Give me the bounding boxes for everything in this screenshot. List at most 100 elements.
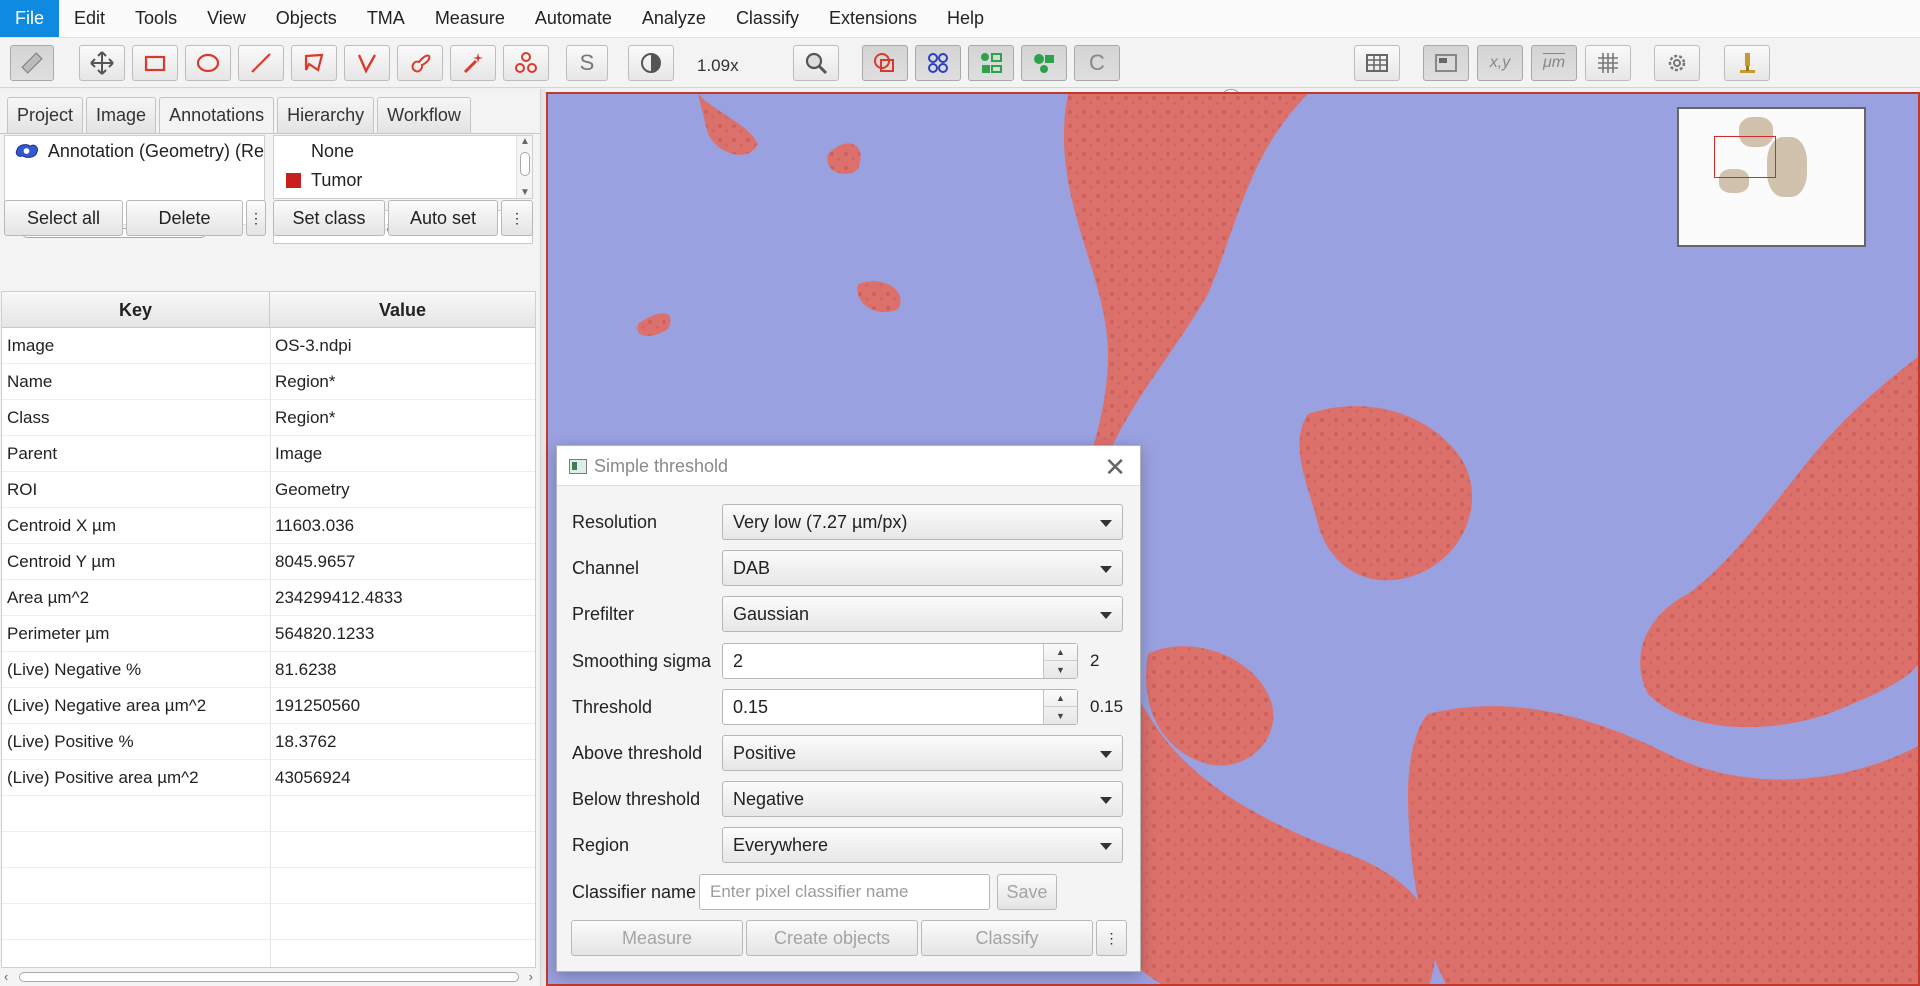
table-row[interactable] [2,832,535,868]
table-row[interactable]: (Live) Negative area µm^2 191250560 [2,688,535,724]
menu-automate[interactable]: Automate [520,0,627,37]
table-row[interactable]: Centroid X µm 11603.036 [2,508,535,544]
polygon-tool-button[interactable] [291,45,337,81]
menu-objects[interactable]: Objects [261,0,352,37]
table-row[interactable]: Class Region* [2,400,535,436]
channel-select[interactable]: DAB [722,550,1123,586]
value-column-header[interactable]: Value [270,292,535,328]
ellipse-tool-button[interactable] [185,45,231,81]
resolution-select[interactable]: Very low (7.27 µm/px) [722,504,1123,540]
measure-button[interactable]: Measure [571,920,743,956]
log-button[interactable] [1724,45,1770,81]
table-row[interactable]: Parent Image [2,436,535,472]
tab-project[interactable]: Project [7,97,84,133]
menu-help[interactable]: Help [932,0,999,37]
classifier-name-field[interactable] [699,874,990,910]
grid-button[interactable] [1585,45,1631,81]
location-button[interactable]: x,y [1477,45,1523,81]
move-tool-button[interactable] [79,45,125,81]
rectangle-tool-button[interactable] [132,45,178,81]
points-tool-button[interactable] [503,45,549,81]
show-detections-button[interactable] [968,45,1014,81]
preferences-button[interactable] [1654,45,1700,81]
scroll-up-icon[interactable]: ▲ [520,136,530,147]
annotation-more-button[interactable]: ⋮ [246,200,266,236]
threshold-spinner[interactable]: 0.15 ▲ ▼ [722,689,1078,725]
class-item-none[interactable]: None [274,136,518,166]
classifier-name-input[interactable] [710,882,989,902]
show-pixel-classification-button[interactable]: C [1074,45,1120,81]
class-more-button[interactable]: ⋮ [501,200,533,236]
save-button[interactable]: Save [997,874,1057,910]
menu-edit[interactable]: Edit [59,0,120,37]
scalebar-button[interactable]: μm [1531,45,1577,81]
prefilter-select[interactable]: Gaussian [722,596,1123,632]
polyline-tool-button[interactable] [344,45,390,81]
fill-detections-button[interactable] [1021,45,1067,81]
decrement-icon[interactable]: ▼ [1044,661,1077,678]
dialog-more-button[interactable]: ⋮ [1096,920,1127,956]
table-row[interactable]: Area µm^2 234299412.4833 [2,580,535,616]
table-row[interactable] [2,796,535,832]
delete-button[interactable]: Delete [126,200,243,236]
menu-file[interactable]: File [0,0,60,37]
brightness-contrast-button[interactable] [628,45,674,81]
tab-workflow[interactable]: Workflow [377,97,471,133]
increment-icon[interactable]: ▲ [1044,644,1077,661]
scroll-left-icon[interactable]: ‹ [4,969,8,984]
classification-list[interactable]: None Tumor ▲ ▼ [273,135,533,199]
key-column-header[interactable]: Key [2,292,270,328]
zoom-to-fit-button[interactable] [793,45,839,81]
tab-image[interactable]: Image [86,97,157,133]
overview-viewport-box[interactable] [1714,136,1776,178]
table-row[interactable]: ROI Geometry [2,472,535,508]
show-tma-grid-button[interactable] [915,45,961,81]
selection-mode-button[interactable]: S [566,45,608,81]
table-row[interactable]: Perimeter µm 564820.1233 [2,616,535,652]
brush-tool-button[interactable] [397,45,443,81]
table-hscrollbar[interactable]: ‹ › [1,969,536,985]
line-tool-button[interactable] [238,45,284,81]
wand-tool-button[interactable] [450,45,496,81]
tab-hierarchy[interactable]: Hierarchy [277,97,375,133]
scroll-right-icon[interactable]: › [529,969,533,984]
region-select[interactable]: Everywhere [722,827,1123,863]
menu-tma[interactable]: TMA [352,0,420,37]
classify-button[interactable]: Classify [921,920,1093,956]
table-row[interactable]: (Live) Positive area µm^2 43056924 [2,760,535,796]
table-row[interactable] [2,940,535,967]
table-row[interactable] [2,868,535,904]
threshold-value[interactable]: 0.15 [733,690,768,724]
dialog-title-bar[interactable]: Simple threshold ✕ [557,446,1140,486]
below-threshold-select[interactable]: Negative [722,781,1123,817]
show-annotations-button[interactable] [862,45,908,81]
menu-tools[interactable]: Tools [120,0,192,37]
image-overview[interactable] [1677,107,1866,247]
measurement-table-button[interactable] [1354,45,1400,81]
auto-set-button[interactable]: Auto set [388,200,498,236]
select-all-button[interactable]: Select all [4,200,123,236]
menu-classify[interactable]: Classify [721,0,814,37]
smoothing-sigma-value[interactable]: 2 [733,644,743,678]
menu-extensions[interactable]: Extensions [814,0,932,37]
table-row[interactable]: Name Region* [2,364,535,400]
table-row[interactable]: (Live) Positive % 18.3762 [2,724,535,760]
decrement-icon[interactable]: ▼ [1044,707,1077,724]
table-row[interactable]: (Live) Negative % 81.6238 [2,652,535,688]
measure-mode-button[interactable] [10,45,54,81]
class-item-tumor[interactable]: Tumor [274,165,518,195]
scrollbar-thumb[interactable] [520,152,530,176]
tab-annotations[interactable]: Annotations [159,97,275,133]
scroll-down-icon[interactable]: ▼ [520,187,530,198]
above-threshold-select[interactable]: Positive [722,735,1123,771]
classification-list-vscrollbar[interactable]: ▲ ▼ [516,136,532,198]
table-row[interactable]: Image OS-3.ndpi [2,328,535,364]
annotation-list-item[interactable]: Annotation (Geometry) (Re [5,136,264,166]
menu-view[interactable]: View [192,0,261,37]
close-icon[interactable]: ✕ [1104,452,1126,483]
increment-icon[interactable]: ▲ [1044,690,1077,707]
scrollbar-thumb[interactable] [19,972,519,982]
smoothing-sigma-spinner[interactable]: 2 ▲ ▼ [722,643,1078,679]
table-row[interactable] [2,904,535,940]
table-row[interactable]: Centroid Y µm 8045.9657 [2,544,535,580]
